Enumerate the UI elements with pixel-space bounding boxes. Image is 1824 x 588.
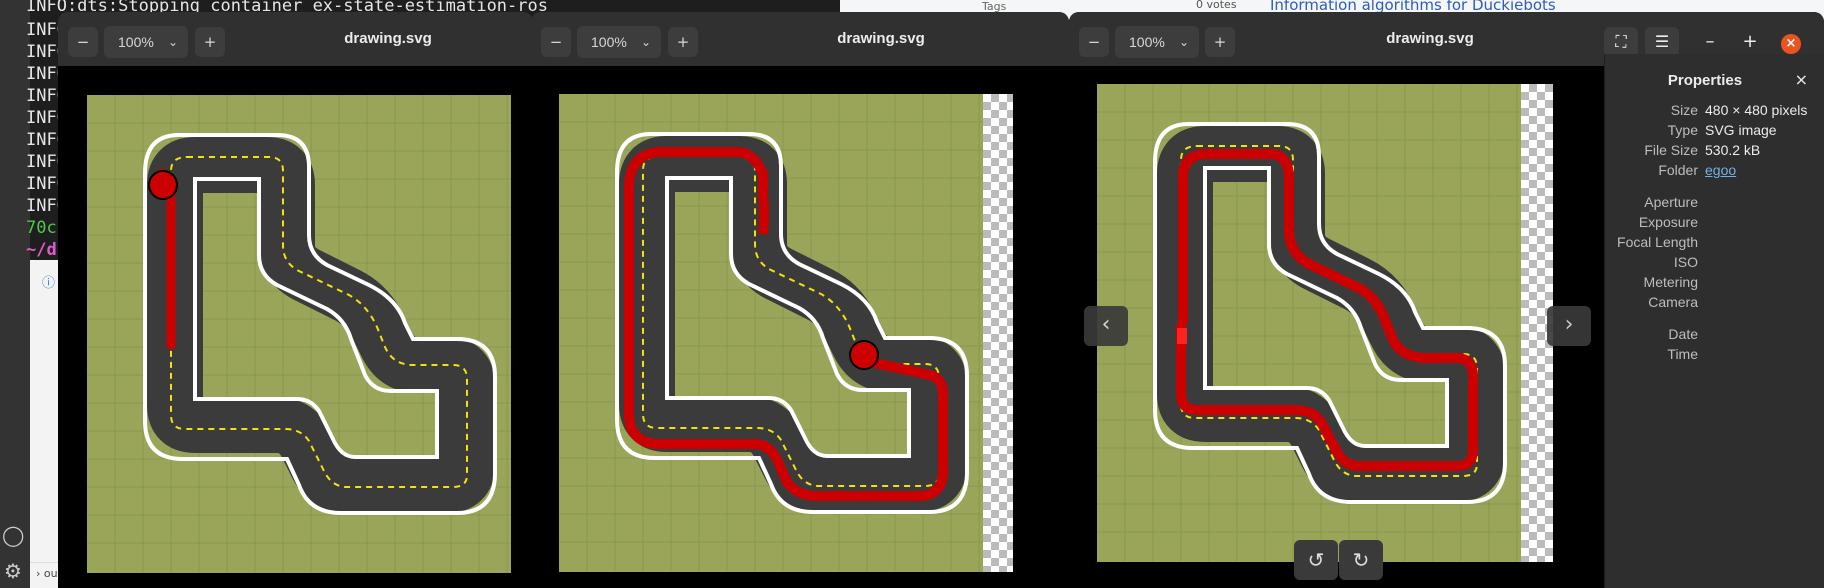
properties-panel: Properties × Size 480 × 480 pixels Type SV… (1604, 54, 1824, 588)
zoom-in-button[interactable]: + (195, 27, 225, 57)
robot-marker (1177, 328, 1187, 344)
rotate-left-button[interactable]: ↺ (1294, 540, 1338, 580)
property-value: 480 × 480 pixels (1705, 102, 1808, 118)
zoom-value: 100% (118, 34, 154, 50)
window-title: drawing.svg (344, 30, 432, 47)
image-canvas[interactable]: ‹ › ↺ ↻ (1069, 66, 1604, 588)
zoom-select[interactable]: 100% ⌄ (1115, 26, 1199, 58)
close-properties-button[interactable]: × (1795, 70, 1808, 89)
terminal-line: 70c (26, 218, 57, 238)
folder-link[interactable]: egoo (1705, 162, 1736, 178)
property-key: Size (1670, 102, 1698, 118)
next-image-button[interactable]: › (1547, 306, 1591, 346)
property-row: Aperture (1605, 194, 1824, 214)
transparent-region (983, 94, 1013, 572)
property-row: ISO (1605, 254, 1824, 274)
account-icon[interactable]: ◯ (2, 524, 24, 546)
property-key: ISO (1673, 254, 1698, 270)
image-viewer-window-2: − 100% ⌄ + drawing.svg (531, 12, 1069, 588)
track-map-1 (87, 95, 511, 573)
viewer-header: − 100% ⌄ + drawing.svg (531, 12, 1069, 66)
minimize-button[interactable]: – (1695, 27, 1725, 57)
property-key: Camera (1648, 294, 1698, 310)
property-value: 530.2 kB (1705, 142, 1761, 158)
property-key: Metering (1643, 274, 1698, 290)
image-canvas[interactable] (531, 66, 1069, 588)
track-map-2 (559, 94, 983, 572)
zoom-select[interactable]: 100% ⌄ (104, 26, 188, 58)
property-row: Camera (1605, 294, 1824, 314)
property-row: Type SVG image (1605, 122, 1824, 142)
property-row: File Size 530.2 kB (1605, 142, 1824, 162)
property-key: Date (1668, 326, 1698, 342)
property-row: Folder egoo (1605, 162, 1824, 182)
chevron-down-icon: ⌄ (167, 35, 178, 49)
property-key: Type (1667, 122, 1698, 138)
zoom-in-button[interactable]: + (1205, 27, 1235, 57)
property-key: Focal Length (1617, 234, 1698, 250)
window-title: drawing.svg (837, 30, 925, 47)
viewer-header: − 100% ⌄ + drawing.svg (58, 12, 533, 66)
zoom-out-button[interactable]: − (68, 27, 98, 57)
zoom-in-button[interactable]: + (668, 27, 698, 57)
zoom-out-button[interactable]: − (541, 27, 571, 57)
image-viewer-window-1: − 100% ⌄ + drawing.svg (58, 12, 533, 588)
zoom-value: 100% (1129, 34, 1165, 50)
property-row: Date (1605, 326, 1824, 346)
zoom-out-button[interactable]: − (1079, 27, 1109, 57)
robot-marker (148, 170, 178, 200)
property-key: Time (1667, 346, 1698, 362)
vscode-panel (30, 260, 60, 588)
desktop: { "terminal": { "lines": ["INFO:dts:Stop… (0, 0, 1824, 588)
zoom-value: 100% (591, 34, 627, 50)
chevron-down-icon: ⌄ (1178, 35, 1189, 49)
zoom-select[interactable]: 100% ⌄ (577, 26, 661, 58)
properties-title: Properties (1667, 72, 1743, 89)
robot-marker (849, 340, 879, 370)
votes-count: 0 votes (1196, 0, 1237, 11)
rotate-right-button[interactable]: ↻ (1339, 540, 1383, 580)
property-row: Metering (1605, 274, 1824, 294)
info-icon: ⓘ (42, 276, 56, 291)
output-label: ou (43, 567, 58, 580)
menu-button[interactable]: ☰ (1645, 27, 1679, 57)
property-row: Focal Length (1605, 234, 1824, 254)
property-key: Aperture (1644, 194, 1698, 210)
property-key: File Size (1644, 142, 1698, 158)
chevron-down-icon: ⌄ (640, 35, 651, 49)
fullscreen-button[interactable]: ⛶ (1604, 27, 1638, 57)
maximize-button[interactable]: + (1735, 27, 1765, 57)
property-row: Exposure (1605, 214, 1824, 234)
previous-image-button[interactable]: ‹ (1084, 306, 1128, 346)
property-row: Time (1605, 346, 1824, 366)
property-row: Size 480 × 480 pixels (1605, 102, 1824, 122)
track-map-3 (1097, 84, 1521, 562)
window-title: drawing.svg (1386, 30, 1474, 47)
image-canvas[interactable] (58, 66, 533, 588)
property-key: Folder (1658, 162, 1698, 178)
property-value: SVG image (1705, 122, 1777, 138)
close-button[interactable]: × (1781, 34, 1801, 54)
property-key: Exposure (1638, 214, 1698, 230)
gear-icon[interactable]: ⚙ (2, 560, 24, 582)
